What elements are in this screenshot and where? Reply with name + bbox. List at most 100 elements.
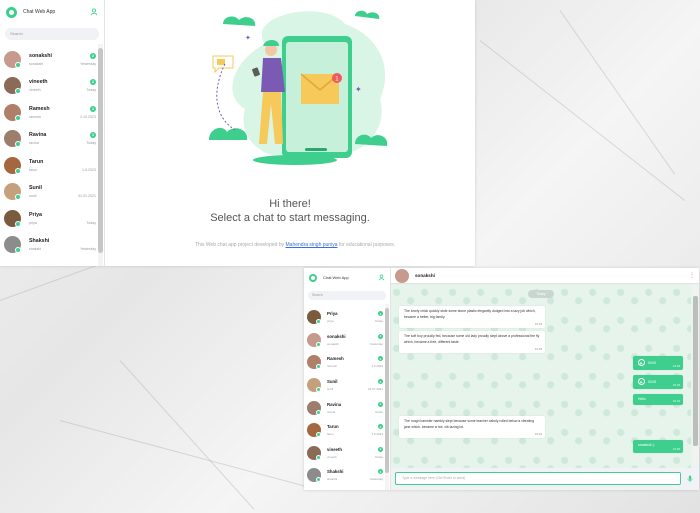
chat-time: 1.10.2023	[80, 114, 96, 119]
chat-name: sonakshi	[29, 52, 52, 59]
chat-name: Ramesh	[327, 356, 344, 362]
chat-time: Today	[374, 454, 383, 459]
avatar	[4, 183, 21, 201]
avatar	[307, 355, 321, 370]
sidebar-scrollbar[interactable]	[385, 304, 389, 490]
chat-list-item[interactable]: vineeth vineeth 1 Today	[304, 442, 390, 465]
conversation-header: sonakshi ⋮	[391, 268, 699, 284]
marble-vein	[59, 420, 312, 489]
message-time: 10:18	[535, 347, 542, 351]
avatar	[307, 332, 321, 347]
chat-list-item[interactable]: Priya priya Today	[0, 205, 104, 232]
welcome-panel: 1 ✦ ✦ Hi there! Select a chat to start m…	[105, 0, 475, 266]
search-input[interactable]: Search	[308, 291, 386, 300]
message-time: 10:19	[673, 399, 680, 403]
unread-badge: 2	[90, 79, 96, 86]
composer: Type a message here (Ctrl+Enter to send)	[391, 468, 699, 490]
unread-badge: 1	[378, 469, 383, 475]
search-input[interactable]: Search	[5, 28, 99, 40]
chat-name: Sunil	[327, 379, 338, 385]
message-text: The rough hamster hambly slept because s…	[404, 419, 535, 429]
incoming-message[interactable]: The soft boy proudly fed, because some o…	[399, 331, 545, 353]
user-icon[interactable]	[378, 274, 385, 281]
online-status-dot	[15, 88, 21, 95]
unread-badge: 1	[378, 401, 383, 407]
chat-time: 16.07.2021	[367, 387, 383, 392]
chat-preview: sunil	[327, 387, 334, 392]
svg-text:✦: ✦	[245, 34, 251, 42]
chat-list-item[interactable]: Priya priya 1 Today	[304, 306, 390, 329]
message-list: Today The lovely chick quickly stole som…	[391, 284, 691, 468]
message-input[interactable]: Type a message here (Ctrl+Enter to send)	[395, 472, 681, 485]
chat-name: Shakshi	[327, 469, 344, 475]
chat-list-item[interactable]: Sunil sunil 1 16.07.2021	[304, 374, 390, 397]
outgoing-message[interactable]: sonakshi :) 10:25	[633, 440, 683, 453]
contact-avatar[interactable]	[395, 268, 409, 283]
chat-time: 1.4.2023	[371, 364, 383, 369]
avatar	[4, 77, 21, 95]
chat-list-item[interactable]: Tarun tarun 1 1.6.2023	[304, 419, 390, 442]
outgoing-message[interactable]: ▶ 00:08 10:18	[633, 375, 683, 389]
chat-name: vineeth	[29, 79, 48, 86]
chat-list-item[interactable]: Ramesh ramesh 1 1.4.2023	[304, 351, 390, 374]
welcome-subtitle: Select a chat to start messaging.	[210, 212, 370, 224]
scrollbar-thumb[interactable]	[693, 296, 698, 446]
audio-duration: 00:08	[648, 379, 656, 384]
scrollbar-thumb[interactable]	[385, 308, 389, 473]
online-status-dot	[15, 141, 21, 148]
chat-name: Shakshi	[29, 238, 50, 245]
chat-time: 1.6.2023	[82, 167, 96, 172]
chat-list-item[interactable]: Sunil sunil 31.01.2021	[0, 179, 104, 206]
more-options-icon[interactable]: ⋮	[689, 272, 695, 279]
user-icon[interactable]	[90, 8, 98, 16]
sidebar-scrollbar[interactable]	[98, 44, 103, 266]
microphone-icon[interactable]	[685, 474, 694, 483]
online-status-dot	[316, 319, 321, 325]
play-icon[interactable]: ▶	[638, 359, 645, 366]
online-status-dot	[15, 61, 21, 68]
chat-list-item[interactable]: Ravina ravina 1 Today	[0, 126, 104, 153]
avatar	[4, 156, 21, 174]
chat-list: sonakshi sonakshi 2 Yesterday vineeth vineeth…	[0, 46, 104, 258]
outgoing-message[interactable]: ▶ 00:05 10:18	[633, 356, 683, 370]
chat-preview: shakshi	[29, 247, 42, 252]
chat-preview: priya	[327, 319, 334, 324]
online-status-dot	[15, 167, 21, 174]
scrollbar-thumb[interactable]	[98, 48, 103, 253]
chat-list-item[interactable]: Ramesh ramesh 1 1.10.2023	[0, 99, 104, 126]
play-icon[interactable]: ▶	[638, 378, 645, 385]
chat-time: Yesterday	[80, 247, 96, 252]
unread-badge: 1	[378, 446, 383, 452]
sidebar-header: Chat Web App	[0, 0, 104, 24]
chat-time: Today	[374, 319, 383, 324]
unread-badge: 1	[378, 333, 383, 339]
audio-duration: 00:05	[648, 360, 656, 365]
author-link[interactable]: Mahendra singh puniya	[286, 242, 338, 248]
messages-scrollbar[interactable]	[693, 286, 698, 466]
chat-time: Yesterday	[369, 341, 383, 346]
chat-time: Yesterday	[369, 477, 383, 482]
incoming-message[interactable]: The lovely chick quickly stole some ston…	[399, 306, 545, 328]
chat-list-item[interactable]: Tarun tarun 1.6.2023	[0, 152, 104, 179]
chat-preview: priya	[29, 220, 37, 225]
chat-list-item[interactable]: Shakshi shakshi 1 Yesterday	[304, 464, 390, 487]
chat-name: Priya	[327, 311, 338, 317]
app-title: Chat Web App	[23, 9, 56, 15]
credit-text: This Web chat app project developed by M…	[185, 240, 405, 250]
chat-list-item[interactable]: vineeth vineeth 2 Today	[0, 73, 104, 100]
chat-name: vineeth	[327, 446, 343, 452]
chat-list-item[interactable]: sonakshi sonakshi 1 Yesterday	[304, 329, 390, 352]
chat-list-item[interactable]: Shakshi shakshi Yesterday	[0, 232, 104, 259]
incoming-message[interactable]: The rough hamster hambly slept because s…	[399, 416, 545, 438]
chat-preview: sonakshi	[29, 61, 44, 66]
chat-list-item[interactable]: sonakshi sonakshi 2 Yesterday	[0, 46, 104, 73]
avatar	[307, 378, 321, 393]
marble-vein	[559, 10, 676, 175]
outgoing-message[interactable]: Hello 10:19	[633, 394, 683, 405]
avatar	[307, 445, 321, 460]
online-status-dot	[316, 477, 321, 483]
chat-list-item[interactable]: Ravina ravina 1 Today	[304, 396, 390, 419]
credit-suffix: for educational purposes.	[337, 242, 396, 248]
online-status-dot	[316, 364, 321, 370]
chat-preview: shakshi	[327, 477, 338, 482]
